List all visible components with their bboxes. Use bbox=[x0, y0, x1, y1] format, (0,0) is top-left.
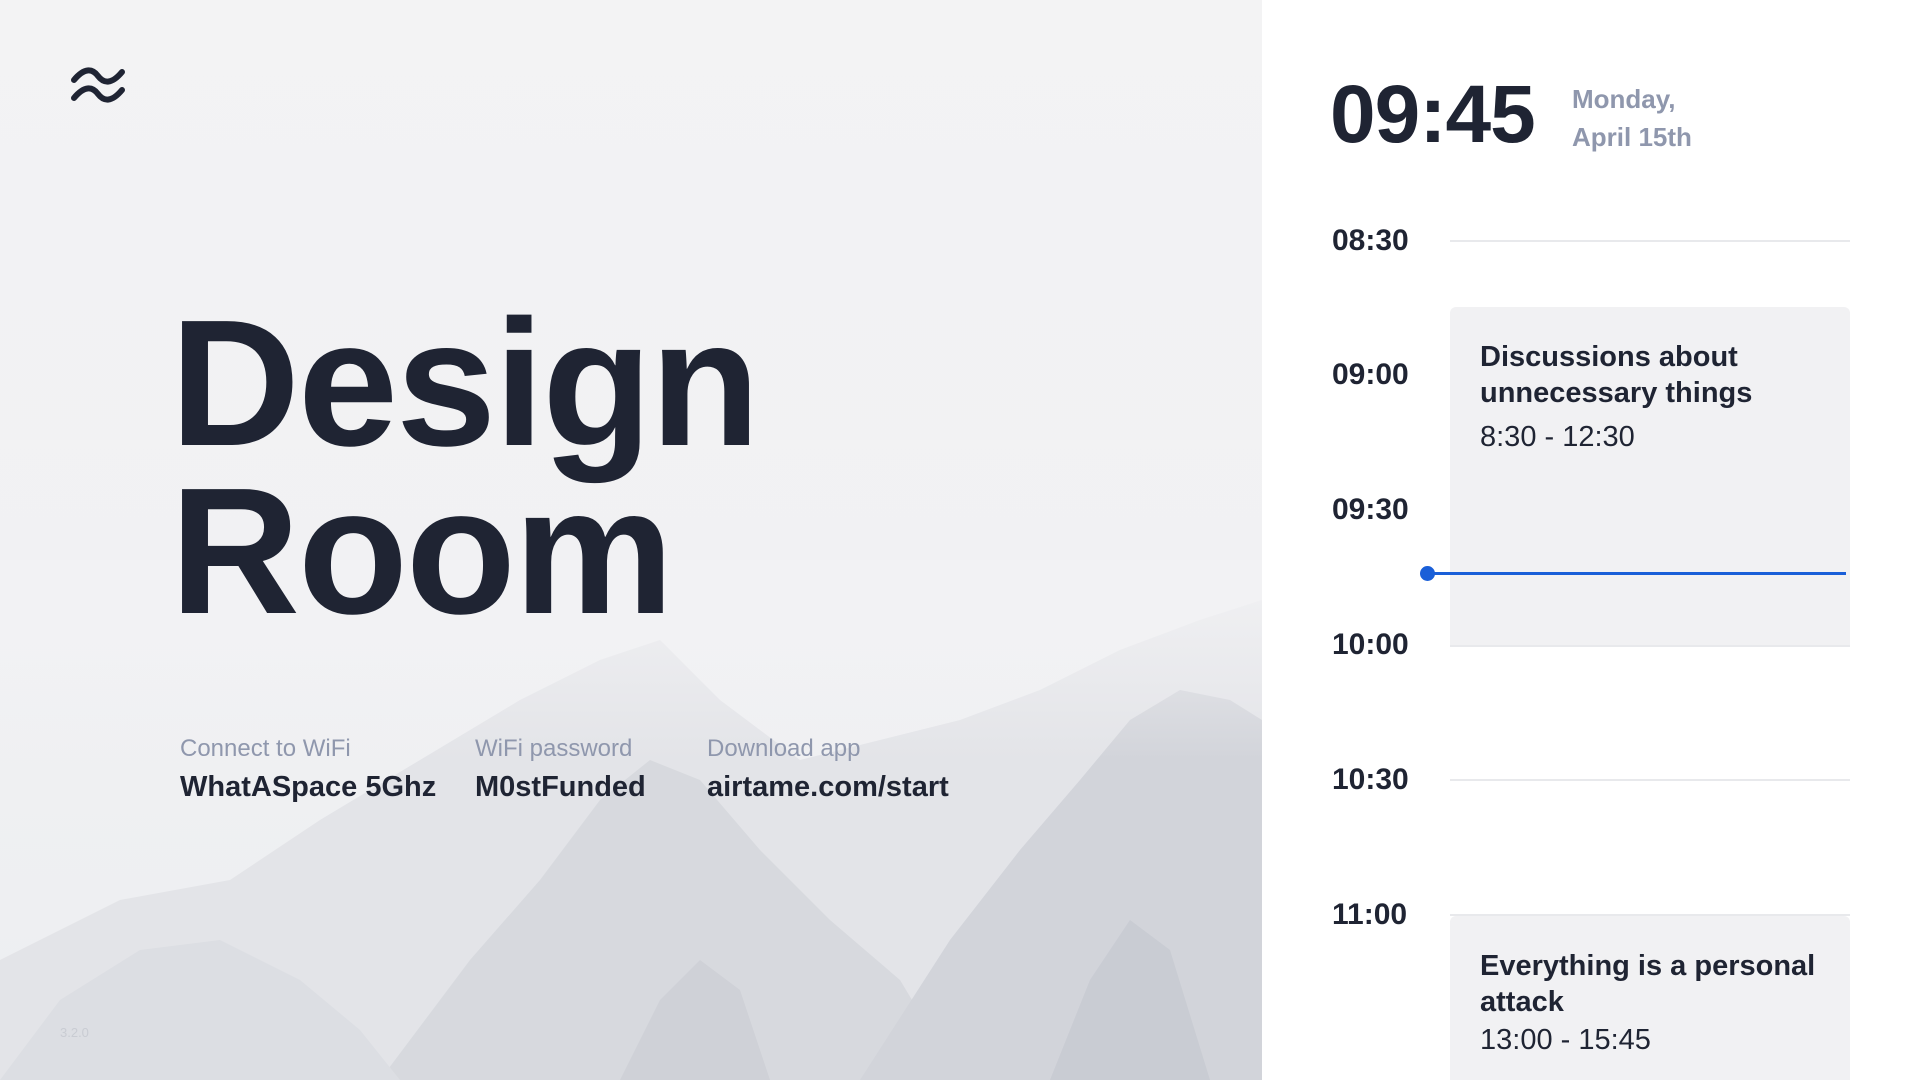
current-date: Monday, April 15th bbox=[1572, 80, 1692, 156]
timeline-label: 10:30 bbox=[1332, 763, 1409, 796]
event-time: 13:00 - 15:45 bbox=[1480, 1024, 1651, 1056]
download-app-label: Download app bbox=[707, 735, 861, 762]
timeline-label: 10:00 bbox=[1332, 628, 1409, 661]
current-time-indicator-line bbox=[1428, 572, 1846, 575]
timeline-label: 11:00 bbox=[1332, 898, 1408, 931]
wifi-password-value: M0stFunded bbox=[475, 771, 646, 803]
schedule-panel: 09:45 Monday, April 15th 08:30 09:00 09:… bbox=[1262, 0, 1920, 1080]
room-name-line-1: Design bbox=[170, 283, 760, 484]
current-time: 09:45 bbox=[1330, 69, 1536, 160]
timeline-gridline bbox=[1450, 240, 1850, 242]
wifi-network-label: Connect to WiFi bbox=[180, 735, 351, 762]
wifi-password-label: WiFi password bbox=[475, 735, 633, 762]
date-weekday: Monday, bbox=[1572, 84, 1676, 114]
version-text: 3.2.0 bbox=[60, 1025, 89, 1040]
room-name-line-2: Room bbox=[170, 451, 674, 652]
wifi-network-value: WhatASpace 5Ghz bbox=[180, 771, 437, 803]
timeline-gridline bbox=[1450, 645, 1850, 647]
room-info-panel: Design Room Connect to WiFi WhatASpace 5… bbox=[0, 0, 1262, 1080]
room-name: Design Room bbox=[170, 283, 760, 652]
wifi-password-info: WiFi password M0stFunded bbox=[475, 735, 646, 804]
timeline-label: 08:30 bbox=[1332, 224, 1409, 257]
download-app-info: Download app airtame.com/start bbox=[707, 735, 949, 804]
timeline-label: 09:30 bbox=[1332, 493, 1409, 526]
calendar-event[interactable]: Everything is a personal attack 13:00 - … bbox=[1450, 916, 1850, 1080]
wifi-network-info: Connect to WiFi WhatASpace 5Ghz bbox=[180, 735, 436, 804]
app-logo-icon bbox=[71, 67, 125, 103]
timeline-gridline bbox=[1450, 779, 1850, 781]
calendar-event[interactable]: Discussions about unnecessary things 8:3… bbox=[1450, 307, 1850, 645]
event-time: 8:30 - 12:30 bbox=[1480, 421, 1635, 453]
event-title: Discussions about unnecessary things bbox=[1480, 341, 1753, 409]
current-time-indicator-dot bbox=[1420, 566, 1435, 581]
date-day: April 15th bbox=[1572, 122, 1692, 152]
timeline-label: 09:00 bbox=[1332, 358, 1409, 391]
download-app-link[interactable]: airtame.com/start bbox=[707, 771, 949, 804]
event-title: Everything is a personal attack bbox=[1480, 950, 1816, 1018]
